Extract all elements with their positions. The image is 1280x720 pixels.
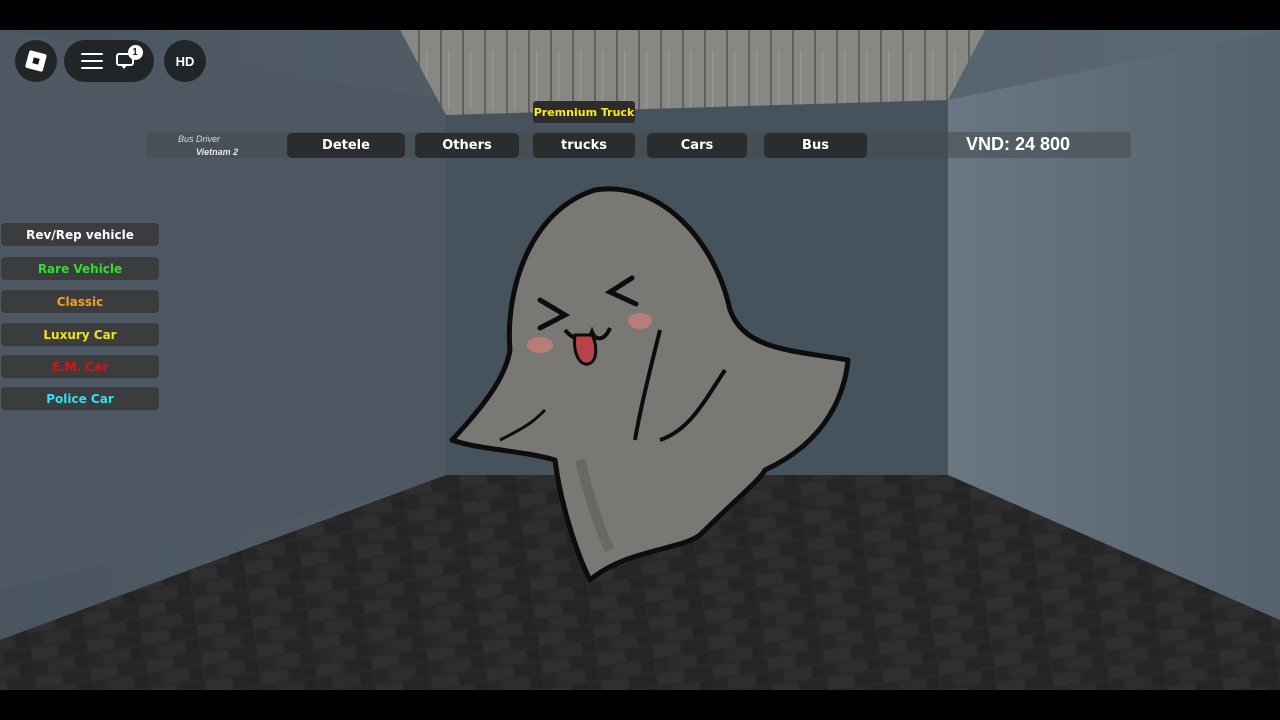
hamburger-icon[interactable]	[80, 53, 103, 69]
hd-button[interactable]: HD	[164, 40, 206, 82]
chat-badge: 1	[127, 45, 143, 60]
category-trucks-button[interactable]: trucks	[533, 133, 635, 158]
scene-3d	[0, 30, 1280, 690]
roblox-menu-button[interactable]	[15, 40, 57, 82]
letterbox-bottom	[0, 690, 1280, 720]
luxury-car-button[interactable]: Luxury Car	[1, 323, 159, 346]
police-car-button[interactable]: Police Car	[1, 387, 159, 410]
menu-chat-group[interactable]: 1	[64, 40, 154, 82]
roblox-logo-icon	[24, 49, 48, 73]
em-car-button[interactable]: E.M. Car	[1, 355, 159, 378]
category-cars-button[interactable]: Cars	[647, 133, 747, 158]
category-others-button[interactable]: Others	[415, 133, 519, 158]
game-name: Vietnam 2	[196, 147, 239, 157]
rev-rep-vehicle-button[interactable]: Rev/Rep vehicle	[1, 223, 159, 246]
job-title: Bus Driver	[178, 134, 221, 144]
category-detele-button[interactable]: Detele	[287, 133, 405, 158]
classic-button[interactable]: Classic	[1, 290, 159, 313]
chat-icon[interactable]: 1	[115, 45, 143, 71]
game-viewport[interactable]: 1 HD Bus Driver Vietnam 2 Premnium Truck…	[0, 30, 1280, 690]
category-bus-button[interactable]: Bus	[764, 133, 867, 158]
letterbox-top	[0, 0, 1280, 30]
money-display: VND: 24 800	[966, 134, 1071, 154]
rare-vehicle-button[interactable]: Rare Vehicle	[1, 257, 159, 280]
premium-truck-button[interactable]: Premnium Truck	[533, 101, 635, 123]
